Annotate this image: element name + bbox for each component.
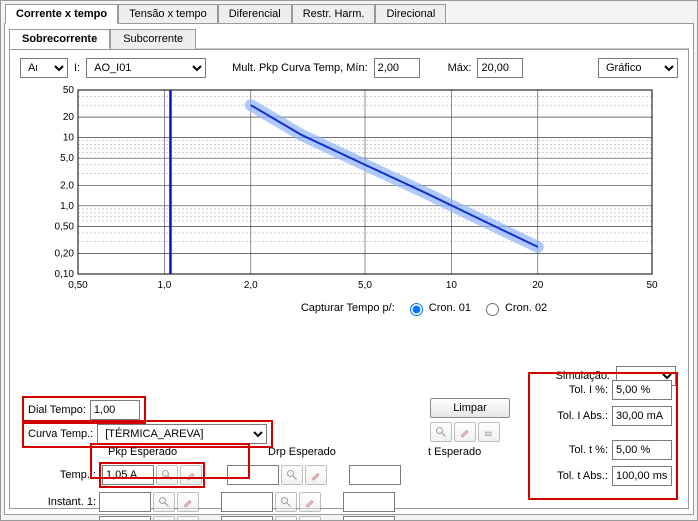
zoom-icon [156,465,178,485]
dial-label: Dial Tempo: [28,404,86,416]
i-label: I: [74,62,80,74]
inst2-t-input[interactable] [343,516,395,521]
tol-i-pct-input[interactable] [612,380,672,400]
svg-text:0,20: 0,20 [55,248,75,259]
svg-text:20: 20 [532,280,544,291]
svg-text:0,50: 0,50 [55,221,75,232]
brush-icon [454,422,476,442]
svg-text:1,0: 1,0 [60,201,74,212]
tab-tensao-tempo[interactable]: Tensão x tempo [118,4,218,24]
radio-cron02[interactable]: Cron. 02 [481,300,547,316]
tol-t-pct-input[interactable] [612,440,672,460]
dial-input[interactable] [90,400,140,420]
chart: 0,10 0,20 0,50 1,0 2,0 5,0 10 20 50 0,50 1,0 2,0 5,0… [48,84,658,294]
tab-diferencial[interactable]: Diferencial [218,4,292,24]
zoom-icon [275,516,297,521]
svg-text:10: 10 [446,280,458,291]
brush-icon [177,492,199,512]
tab-subcorrente[interactable]: Subcorrente [110,29,196,49]
drp-header: Drp Esperado [268,446,368,458]
brush-icon [305,465,327,485]
tab-direcional[interactable]: Direcional [375,4,446,24]
inst1-label: Instant. 1: [44,496,96,508]
tab-corrente-tempo[interactable]: Corrente x tempo [5,4,118,24]
t-header: t Esperado [428,446,528,458]
brush-icon [177,516,199,521]
brush-icon [299,492,321,512]
temp-t-input[interactable] [349,465,401,485]
capture-label: Capturar Tempo p/: [301,302,395,314]
svg-text:5,0: 5,0 [358,280,372,291]
brush-icon [180,465,202,485]
tol-t-pct-label: Tol. t %: [569,444,608,456]
mode-select[interactable]: An [20,58,68,78]
curve-label: Curva Temp.: [28,428,93,440]
tab-sobrecorrente[interactable]: Sobrecorrente [9,29,110,49]
current-select[interactable]: AO_I01 [86,58,206,78]
inst1-t-input[interactable] [343,492,395,512]
svg-text:10: 10 [63,133,75,144]
tolerance-panel: Tol. I %: Tol. I Abs.: Tol. t %: Tol. t … [528,372,678,500]
mult-min-input[interactable] [374,58,420,78]
inst2-pkp-input[interactable] [99,516,151,521]
svg-text:20: 20 [63,112,75,123]
zoom-icon [281,465,303,485]
eraser-icon [478,422,500,442]
svg-text:0,10: 0,10 [55,269,75,280]
inst2-drp-input[interactable] [221,516,273,521]
zoom-icon [430,422,452,442]
temp-label: Temp. : [44,469,96,481]
zoom-icon [275,492,297,512]
svg-text:2,0: 2,0 [60,180,74,191]
tol-t-abs-label: Tol. t Abs.: [557,470,608,482]
svg-text:1,0: 1,0 [157,280,171,291]
svg-text:5,0: 5,0 [60,153,74,164]
brush-icon [299,516,321,521]
temp-pkp-input[interactable] [102,465,154,485]
mult-max-input[interactable] [477,58,523,78]
temp-drp-input[interactable] [227,465,279,485]
pkp-header: Pkp Esperado [108,446,208,458]
tol-i-pct-label: Tol. I %: [569,384,608,396]
svg-text:50: 50 [63,85,75,96]
zoom-icon [153,516,175,521]
grafico-select[interactable]: Gráfico [598,58,678,78]
svg-text:50: 50 [646,280,658,291]
svg-text:2,0: 2,0 [244,280,258,291]
zoom-icon [153,492,175,512]
mult-min-label: Mult. Pkp Curva Temp, Mín: [232,62,368,74]
tol-i-abs-label: Tol. I Abs.: [557,410,608,422]
mult-max-label: Máx: [448,62,472,74]
tab-restr-harm[interactable]: Restr. Harm. [292,4,376,24]
tol-i-abs-input[interactable] [612,406,672,426]
limpar-button[interactable]: Limpar [430,398,510,418]
inst1-pkp-input[interactable] [99,492,151,512]
radio-cron01[interactable]: Cron. 01 [405,300,471,316]
inst1-drp-input[interactable] [221,492,273,512]
tol-t-abs-input[interactable] [612,466,672,486]
svg-text:0,50: 0,50 [68,280,88,291]
curve-select[interactable]: [TÉRMICA_AREVA] [97,424,267,444]
